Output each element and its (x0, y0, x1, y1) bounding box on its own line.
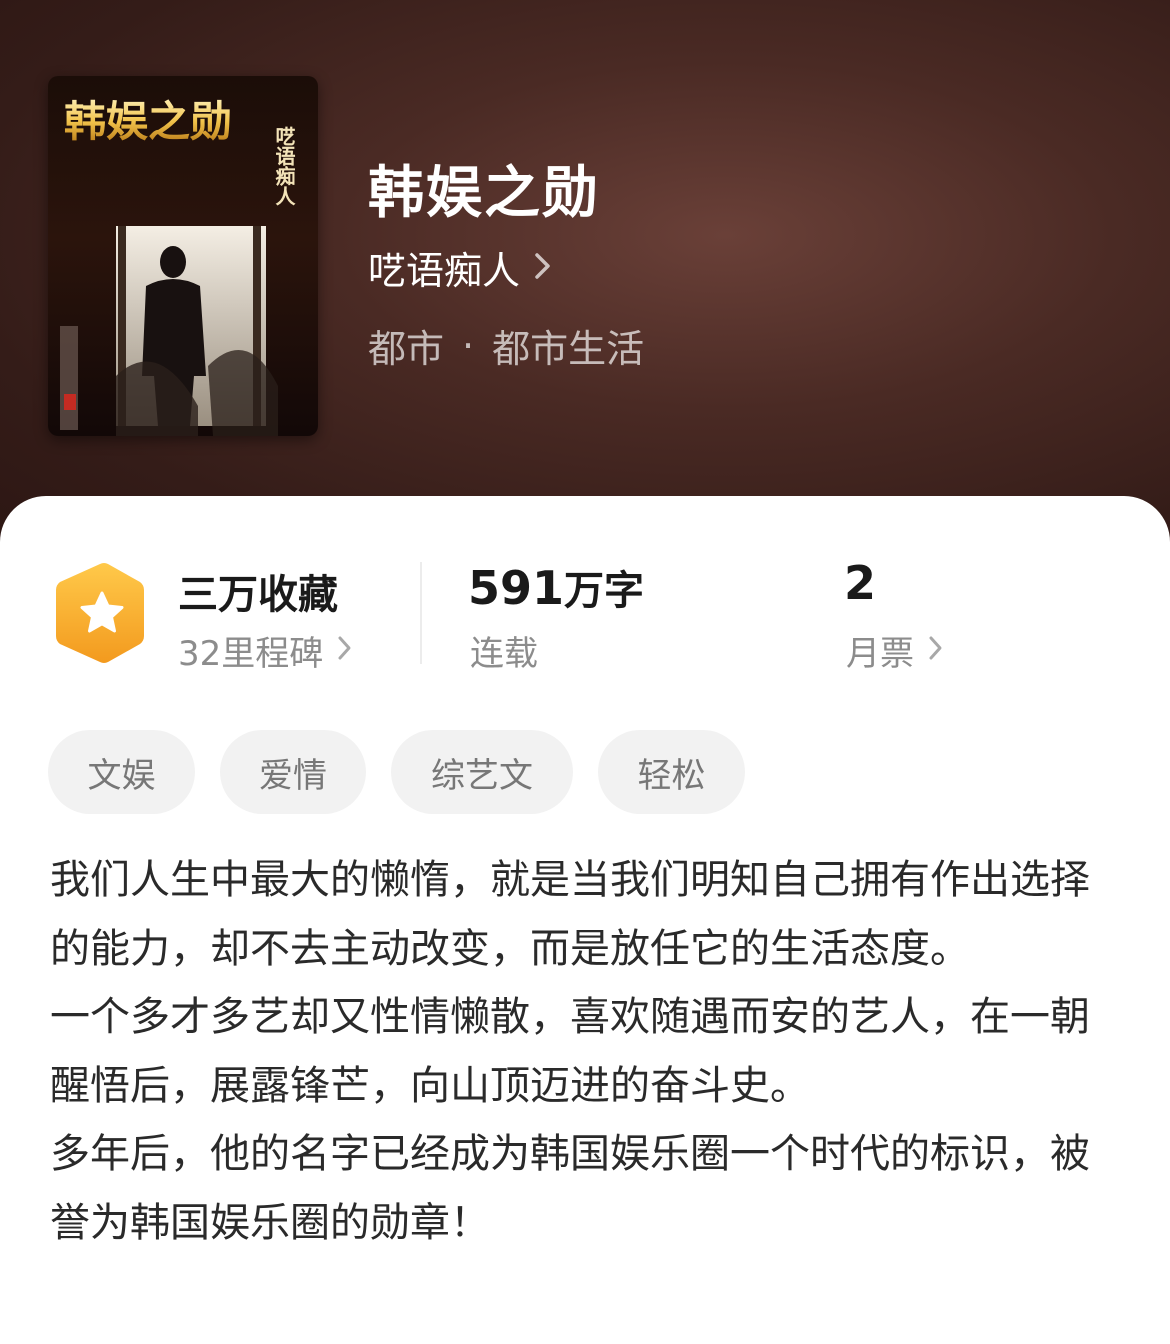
tag-chip[interactable]: 爱情 (220, 730, 366, 814)
milestone-text: 32里程碑 (178, 634, 324, 674)
book-detail-card: 三万收藏 32里程碑 591 万字 连载 2 月票 文娱 爱情 综艺文 轻松 我… (0, 496, 1170, 1344)
tag-chip[interactable]: 轻松 (598, 730, 745, 814)
tag-chip[interactable]: 文娱 (48, 730, 195, 814)
chevron-right-icon (928, 631, 944, 671)
author-name: 呓语痴人 (368, 249, 521, 293)
tag-list: 文娱 爱情 综艺文 轻松 (48, 730, 770, 814)
cover-title-text: 韩娱之勋 (64, 97, 232, 146)
book-cover[interactable]: 韩娱之勋 呓语痴人 (48, 76, 318, 436)
stats-row: 三万收藏 32里程碑 591 万字 连载 2 月票 (0, 496, 1170, 696)
book-title: 韩娱之勋 (368, 161, 600, 226)
monthly-ticket-count: 2 (844, 556, 876, 610)
book-header: 韩娱之勋 呓语痴人 韩娱之勋 呓语痴人 都市 · 都市生活 (0, 0, 1170, 560)
monthly-ticket-link[interactable]: 月票 (846, 626, 944, 675)
genre-info: 都市 · 都市生活 (368, 318, 644, 373)
stats-divider (420, 562, 422, 664)
word-count-number: 591 (468, 561, 565, 615)
tag-chip[interactable]: 综艺文 (391, 730, 573, 814)
cover-art: 韩娱之勋 呓语痴人 (60, 97, 296, 436)
author-link[interactable]: 呓语痴人 (368, 240, 552, 295)
synopsis-paragraph: 一个多才多艺却又性情懒散，喜欢随遇而安的艺人，在一朝醒悟后，展露锋芒，向山顶迈进… (50, 994, 1090, 1109)
genre-subcategory: 都市生活 (492, 327, 645, 371)
synopsis-paragraph: 我们人生中最大的懒惰，就是当我们明知自己拥有作出选择的能力，却不去主动改变，而是… (50, 857, 1090, 972)
word-count: 591 万字 (468, 558, 644, 616)
word-count-unit: 万字 (564, 568, 645, 614)
cover-author-text: 呓语痴人 (272, 126, 296, 206)
milestone-link[interactable]: 32里程碑 (178, 626, 353, 675)
star-hexagon-icon (54, 560, 150, 670)
genre-separator: · (462, 323, 475, 368)
monthly-ticket-number: 2 (844, 556, 877, 610)
genre-category: 都市 (368, 327, 445, 371)
collection-label: 三万收藏 (178, 572, 338, 618)
chevron-right-icon (337, 631, 353, 671)
synopsis-paragraph: 多年后，他的名字已经成为韩国娱乐圈一个时代的标识，被誉为韩国娱乐圈的勋章！ (50, 1131, 1090, 1246)
monthly-ticket-label: 月票 (846, 634, 914, 674)
chevron-right-icon (534, 246, 552, 290)
book-synopsis[interactable]: 我们人生中最大的懒惰，就是当我们明知自己拥有作出选择的能力，却不去主动改变，而是… (50, 846, 1120, 1257)
serial-status: 连载 (470, 634, 538, 674)
